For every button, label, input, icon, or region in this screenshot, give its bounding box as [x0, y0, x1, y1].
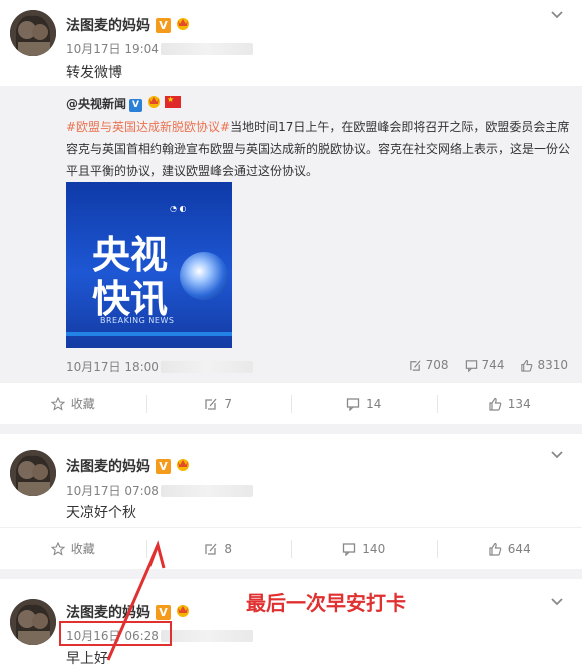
image-title-line2: 快讯: [92, 277, 169, 321]
repost-icon: [205, 543, 217, 555]
post-1-actions: 收藏 7 14 134: [0, 382, 582, 424]
repost-button[interactable]: 8: [145, 528, 292, 569]
comment-button[interactable]: 14: [291, 383, 437, 424]
favorite-button[interactable]: 收藏: [0, 383, 146, 424]
comment-button[interactable]: 140: [291, 528, 437, 569]
post-text: 天凉好个秋: [66, 505, 136, 521]
repost-username[interactable]: @央视新闻 V: [66, 94, 182, 112]
favorite-button[interactable]: 收藏: [0, 528, 146, 569]
post-time[interactable]: 10月17日 19:04: [66, 40, 253, 57]
like-button[interactable]: 134: [436, 383, 582, 424]
annotation-caption: 最后一次早安打卡: [246, 591, 406, 615]
thumbs-up-icon: [489, 542, 502, 556]
globe-graphic: [180, 252, 228, 300]
separator: [0, 569, 582, 579]
crown-icon: [148, 96, 161, 108]
like-button[interactable]: 644: [436, 528, 582, 569]
blurred-source: [160, 630, 253, 642]
star-icon: [50, 396, 65, 411]
image-caption: BREAKING NEWS: [100, 316, 175, 325]
username[interactable]: 法图麦的妈妈 V: [66, 602, 191, 622]
verified-badge-icon: V: [156, 18, 171, 33]
username[interactable]: 法图麦的妈妈 V: [66, 15, 191, 35]
thumbs-up-icon: [521, 359, 533, 372]
blurred-source: [160, 485, 253, 497]
chevron-down-icon[interactable]: [550, 595, 564, 609]
separator: [0, 424, 582, 434]
chevron-down-icon[interactable]: [550, 8, 564, 22]
crown-icon: [177, 605, 189, 617]
weibo-post-2: 法图麦的妈妈 V 10月17日 07:08 天凉好个秋: [0, 434, 582, 530]
post-text: 早上好: [66, 651, 108, 667]
post-time[interactable]: 10月17日 07:08: [66, 482, 253, 499]
repost-icon: [205, 398, 217, 410]
avatar[interactable]: [10, 599, 56, 645]
blurred-source: [160, 361, 253, 373]
star-icon: [50, 541, 65, 556]
annotation-highlight-box: [59, 621, 172, 646]
repost-icon: [409, 359, 421, 371]
verified-badge-icon: V: [156, 459, 171, 474]
weibo-post-1: 法图麦的妈妈 V 10月17日 19:04 转发微博: [0, 0, 582, 86]
avatar[interactable]: [10, 10, 56, 56]
avatar[interactable]: [10, 450, 56, 496]
like-count[interactable]: 8310: [520, 358, 568, 372]
comment-icon: [343, 542, 356, 556]
cctv-logo: ◔ ◐: [170, 204, 187, 213]
verified-badge-icon: V: [156, 605, 171, 620]
verified-badge-icon: V: [129, 99, 143, 112]
chevron-down-icon[interactable]: [550, 448, 564, 462]
reposted-weibo[interactable]: @央视新闻V #欧盟与英国达成新脱欧协议#当地时间17日上午，在欧盟峰会即将召开…: [0, 86, 582, 382]
repost-stats: 708 744 8310: [409, 358, 568, 372]
repost-text: #欧盟与英国达成新脱欧协议#当地时间17日上午，在欧盟峰会即将召开之际，欧盟委员…: [66, 120, 571, 178]
crown-icon: [177, 18, 189, 30]
repost-count[interactable]: 708: [409, 358, 449, 372]
repost-time[interactable]: 10月17日 18:00: [66, 358, 253, 375]
topic-link[interactable]: #欧盟与英国达成新脱欧协议#: [66, 120, 230, 134]
post-2-actions: 收藏 8 140 644: [0, 527, 582, 569]
china-flag-icon: [165, 95, 182, 108]
comment-icon: [346, 397, 360, 411]
post-text: 转发微博: [66, 65, 122, 81]
blurred-source: [160, 43, 253, 55]
image-stripe: [66, 332, 232, 336]
news-image[interactable]: ◔ ◐ 央视 快讯 BREAKING NEWS: [66, 182, 232, 348]
thumbs-up-icon: [489, 397, 502, 411]
comment-icon: [465, 359, 477, 372]
repost-button[interactable]: 7: [145, 383, 292, 424]
crown-icon: [177, 459, 189, 471]
comment-count[interactable]: 744: [465, 358, 504, 372]
username[interactable]: 法图麦的妈妈 V: [66, 456, 191, 476]
